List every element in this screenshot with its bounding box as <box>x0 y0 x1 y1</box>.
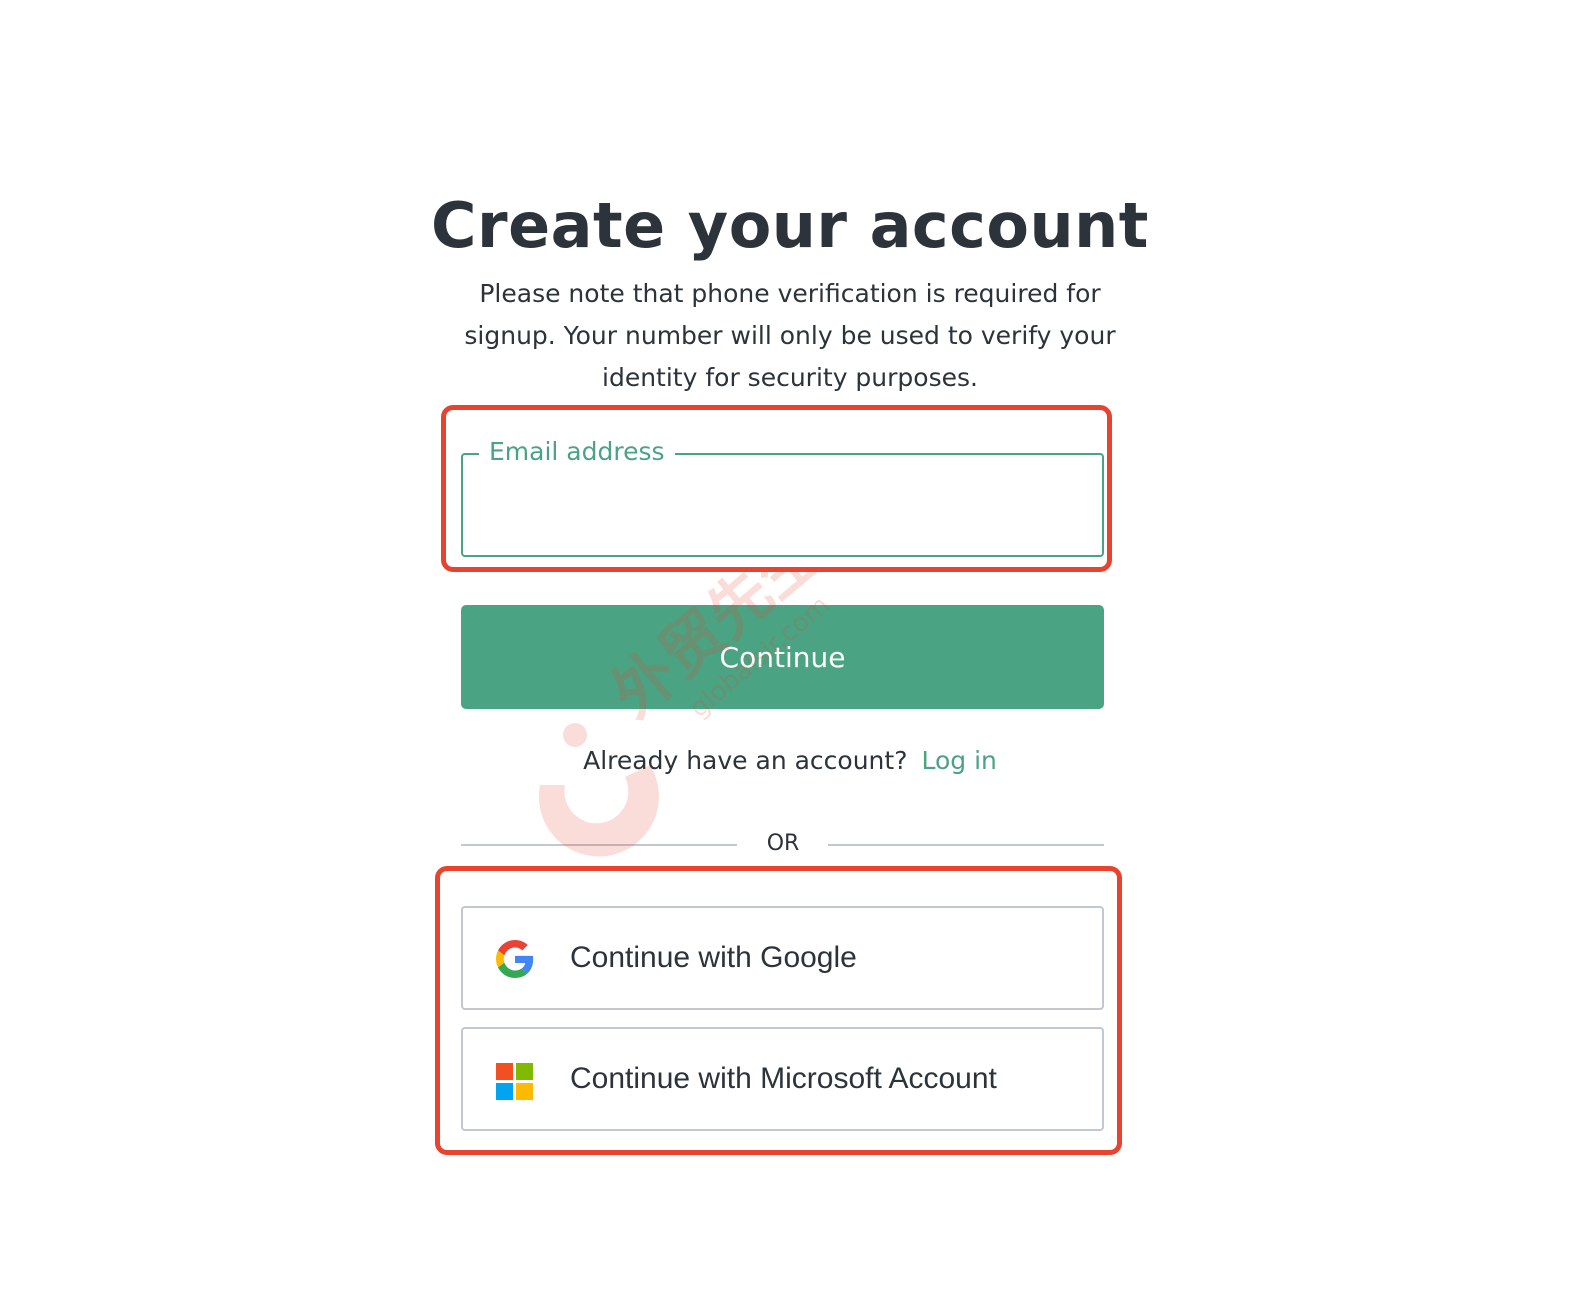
email-input[interactable] <box>479 483 1086 537</box>
page-subtitle: Please note that phone verification is r… <box>464 279 1116 392</box>
google-icon <box>496 940 534 978</box>
microsoft-icon-yellow-square <box>516 1083 533 1100</box>
login-link[interactable]: Log in <box>921 746 996 775</box>
email-field[interactable]: Email address <box>461 433 1104 557</box>
page-title: Create your account <box>431 189 1149 262</box>
login-prompt-text: Already have an account? <box>583 746 908 775</box>
email-field-label: Email address <box>479 433 675 471</box>
continue-with-microsoft-button[interactable]: Continue with Microsoft Account <box>461 1027 1104 1131</box>
continue-with-google-button[interactable]: Continue with Google <box>461 906 1104 1010</box>
continue-button[interactable]: Continue <box>461 605 1104 709</box>
divider-line-left <box>461 844 737 846</box>
divider-or-text: OR <box>766 831 800 856</box>
google-button-label: Continue with Google <box>570 941 857 974</box>
microsoft-icon-blue-square <box>496 1083 513 1100</box>
microsoft-icon <box>496 1063 534 1101</box>
microsoft-icon-green-square <box>516 1063 533 1080</box>
divider-line-right <box>828 844 1104 846</box>
microsoft-icon-red-square <box>496 1063 513 1080</box>
microsoft-button-label: Continue with Microsoft Account <box>570 1062 997 1095</box>
login-prompt-line: Already have an account? Log in <box>0 742 1580 780</box>
